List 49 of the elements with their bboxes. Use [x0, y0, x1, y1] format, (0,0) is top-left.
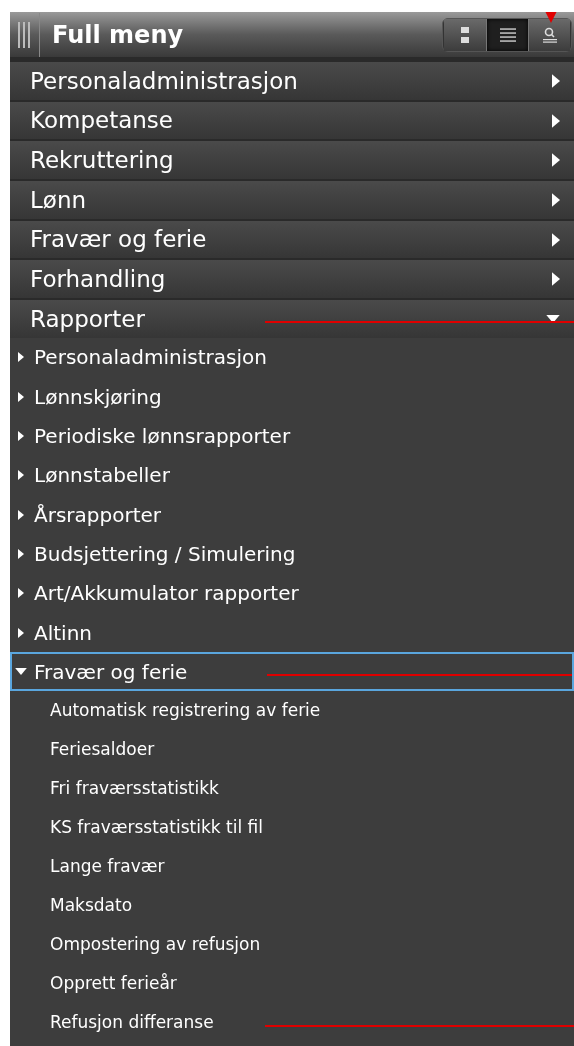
menu-item[interactable]: Personaladministrasjon [10, 60, 574, 100]
submenu-item[interactable]: Altinn [10, 612, 574, 653]
view-button[interactable] [486, 18, 528, 51]
caret-right-icon [18, 469, 24, 482]
caret-right-icon [552, 192, 560, 207]
list-icon [499, 27, 516, 42]
report-link[interactable]: KS fraværsstatistikk til fil [10, 808, 574, 848]
report-link[interactable]: Lange fravær [10, 847, 574, 887]
report-link[interactable]: Feriesaldoer [10, 730, 574, 770]
menu-item[interactable]: Kompetanse [10, 99, 574, 140]
menu-item[interactable]: Rapporter [10, 298, 574, 338]
submenu-item[interactable]: Budsjettering / Simulering [10, 534, 574, 574]
caret-down-icon [15, 668, 27, 676]
caret-right-icon [18, 547, 24, 560]
caret-right-icon [18, 587, 24, 600]
report-link[interactable]: Ompostering av refusjon [10, 925, 574, 965]
caret-right-icon [552, 232, 560, 247]
caret-down-icon [546, 314, 560, 323]
menu-item[interactable]: Forhandling [10, 258, 574, 299]
submenu-item[interactable]: Lønnstabeller [10, 455, 574, 495]
submenu-item[interactable]: Art/Akkumulator rapporter [10, 573, 574, 613]
caret-right-icon [552, 73, 560, 88]
menu-item[interactable]: Rekruttering [10, 139, 574, 180]
panel-title: Full meny [52, 19, 185, 51]
report-link[interactable]: Opprett ferieår [10, 964, 574, 1004]
view-button[interactable] [444, 18, 486, 51]
caret-right-icon [552, 272, 560, 287]
caret-right-icon [18, 430, 24, 443]
grip-icon [17, 21, 31, 48]
submenu-item[interactable]: Lønnskjøring [10, 377, 574, 417]
view-button[interactable] [528, 18, 570, 51]
report-link[interactable]: Automatisk registrering av ferie [10, 691, 574, 731]
menu-item[interactable]: Lønn [10, 179, 574, 219]
caret-right-icon [552, 113, 560, 128]
menu-item[interactable]: Fravær og ferie [10, 218, 574, 259]
caret-right-icon [18, 390, 24, 403]
submenu-item[interactable]: Personaladministrasjon [10, 337, 574, 378]
caret-right-icon [18, 351, 24, 364]
report-link[interactable]: Refusjon differanse [10, 1003, 574, 1043]
submenu-item[interactable]: Årsrapporter [10, 495, 574, 535]
report-link[interactable]: Maksdato [10, 886, 574, 926]
caret-right-icon [18, 626, 24, 639]
caret-right-icon [552, 153, 560, 168]
search-list-icon [541, 26, 558, 43]
caret-right-icon [18, 508, 24, 521]
report-link[interactable]: Fri fraværsstatistikk [10, 769, 574, 809]
submenu-item[interactable]: Fravær og ferie [10, 652, 574, 692]
submenu-item[interactable]: Periodiske lønnsrapporter [10, 416, 574, 456]
tiles-icon [461, 26, 469, 43]
